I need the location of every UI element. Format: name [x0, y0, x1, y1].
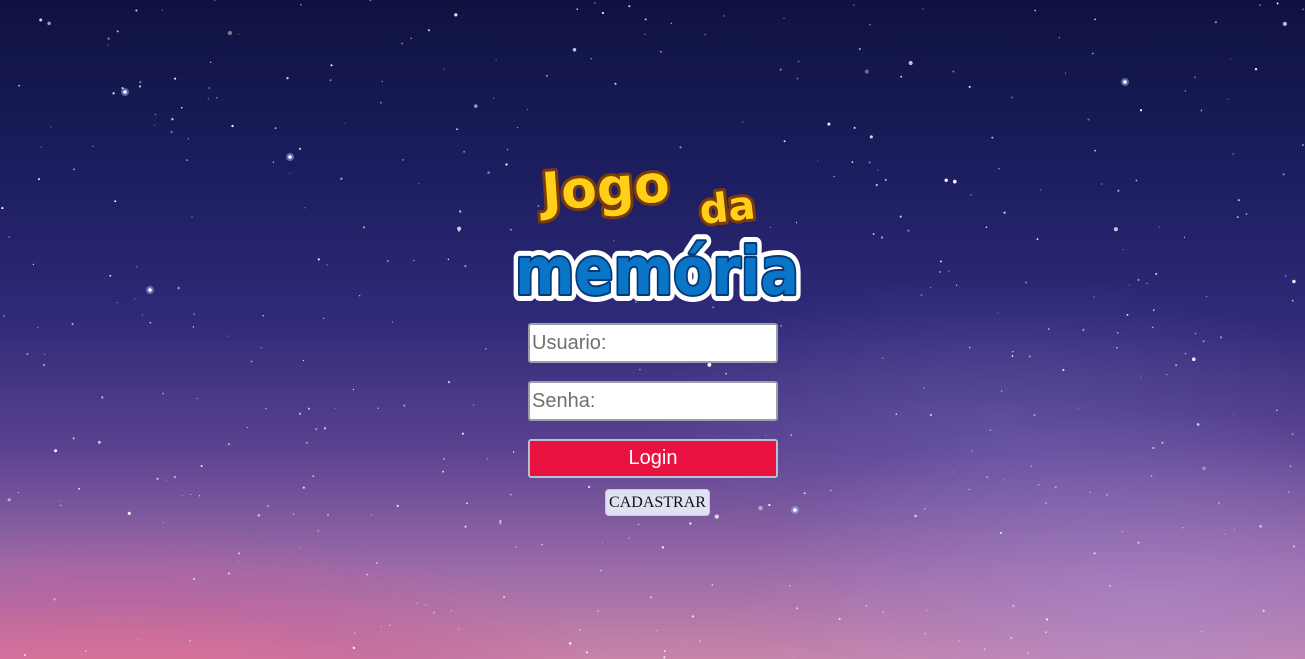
login-panel: Jogo da memória memória Login CADASTRAR	[0, 0, 1305, 659]
register-button[interactable]: CADASTRAR	[605, 489, 710, 516]
svg-text:da: da	[697, 182, 757, 234]
login-button[interactable]: Login	[528, 439, 778, 478]
game-logo: Jogo da memória memória	[508, 151, 806, 304]
svg-text:Jogo: Jogo	[537, 154, 672, 223]
password-input[interactable]	[528, 381, 778, 421]
starry-sky-background: Jogo da memória memória Login CADASTRAR	[0, 0, 1305, 659]
username-input[interactable]	[528, 323, 778, 363]
svg-text:memória: memória	[515, 233, 799, 304]
